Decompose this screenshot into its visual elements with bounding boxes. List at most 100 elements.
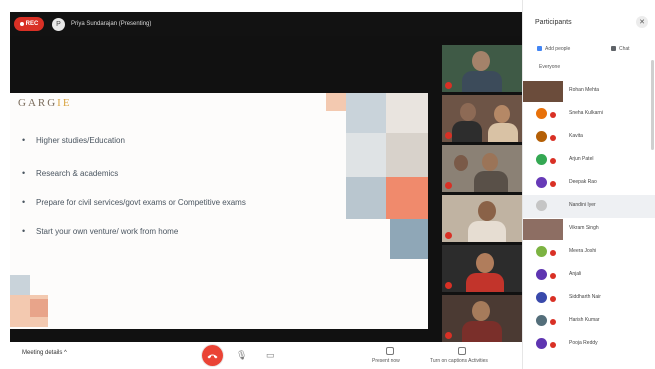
avatar [536, 177, 547, 188]
slide-bullet: Research & academics [22, 168, 286, 179]
participant-row[interactable]: Pooja Reddy [523, 333, 655, 356]
muted-mic-icon [445, 132, 452, 139]
participant-tile[interactable] [442, 245, 522, 292]
tile-body [488, 123, 518, 142]
activities-label[interactable]: Turn on captions Activities [430, 358, 488, 364]
record-dot-icon [19, 22, 24, 26]
tile-body [462, 321, 502, 342]
participant-row[interactable]: Anjali [523, 264, 655, 287]
slide-decoration [390, 219, 428, 259]
recording-badge: REC [14, 17, 44, 31]
muted-mic-icon [445, 282, 452, 289]
muted-mic-icon [445, 182, 452, 189]
muted-mic-icon [550, 250, 556, 256]
slide-bullets: Higher studies/Education Research & acad… [22, 135, 286, 237]
presenter-avatar: P [52, 17, 65, 31]
hangup-button[interactable] [201, 344, 224, 367]
chat-icon[interactable] [611, 46, 616, 51]
present-now-label[interactable]: Present now [372, 358, 400, 364]
participant-row[interactable]: Meera Joshi [523, 241, 655, 264]
recording-label: REC [25, 21, 39, 27]
participant-row[interactable]: Siddharth Nair [523, 287, 655, 310]
tile-face [472, 51, 490, 71]
tile-body [466, 273, 504, 292]
add-people-tab[interactable]: Add people [545, 46, 570, 52]
slide-decoration [326, 93, 346, 111]
slide-decoration [30, 299, 48, 317]
slide-logo: GARGIE [18, 97, 72, 109]
muted-mic-icon [550, 342, 556, 348]
add-people-icon[interactable] [537, 46, 542, 51]
tile-face [482, 153, 498, 171]
muted-mic-icon [445, 82, 452, 89]
muted-mic-icon [550, 112, 556, 118]
camera-toggle[interactable]: ▭ [266, 350, 278, 360]
participant-row[interactable]: Sneha Kulkarni [523, 103, 655, 126]
tile-face [454, 155, 468, 171]
participant-name: Harish Kumar [569, 317, 600, 323]
participants-panel: Participants ✕ Add people Chat Everyone … [522, 0, 655, 369]
muted-mic-icon [550, 135, 556, 141]
slide-decoration [386, 177, 428, 219]
participant-name: Kavita [569, 133, 583, 139]
participant-tile[interactable] [442, 95, 522, 142]
microphone-toggle[interactable]: 🎙 [236, 350, 247, 360]
muted-mic-icon [445, 232, 452, 239]
avatar [536, 338, 547, 349]
participant-name: Arjun Patel [569, 156, 594, 162]
participant-name: Meera Joshi [569, 248, 597, 254]
avatar [523, 81, 563, 102]
avatar [536, 108, 547, 119]
muted-mic-icon [550, 181, 556, 187]
meeting-app: REC P Priya Sundarajan (Presenting) GARG… [0, 0, 655, 369]
tile-body [462, 71, 502, 92]
muted-mic-icon [550, 273, 556, 279]
avatar [523, 219, 563, 240]
participant-row[interactable]: Rohan Mehta [523, 80, 655, 103]
participant-row[interactable]: Nandini Iyer [523, 195, 655, 218]
slide-decoration [386, 93, 428, 133]
participant-list: Rohan Mehta Sneha Kulkarni Kavita Arjun … [523, 80, 655, 356]
shared-slide: GARGIE Higher studies/Education Research… [10, 93, 428, 329]
avatar [536, 200, 547, 211]
participant-row[interactable]: Harish Kumar [523, 310, 655, 333]
phone-hangup-icon [202, 345, 223, 366]
slide-bullet: Higher studies/Education [22, 135, 286, 146]
participant-name: Deepak Rao [569, 179, 597, 185]
participant-row[interactable]: Deepak Rao [523, 172, 655, 195]
avatar [536, 315, 547, 326]
tile-face [472, 301, 490, 321]
participant-tile[interactable] [442, 145, 522, 192]
avatar [536, 131, 547, 142]
participant-tile[interactable] [442, 195, 522, 242]
muted-mic-icon [445, 332, 452, 339]
presenter-bar: REC P Priya Sundarajan (Presenting) [10, 12, 522, 36]
everyone-tab[interactable]: Everyone [539, 64, 560, 70]
slide-bullet: Prepare for civil services/govt exams or… [22, 197, 286, 208]
tile-face [494, 105, 510, 123]
participant-tile[interactable] [442, 295, 522, 342]
logo-accent: IE [57, 97, 72, 109]
muted-mic-icon [550, 158, 556, 164]
participant-row[interactable]: Arjun Patel [523, 149, 655, 172]
meeting-details-button[interactable]: Meeting details ^ [22, 350, 67, 356]
tile-face [460, 103, 476, 121]
captions-icon[interactable] [458, 347, 466, 355]
participant-name: Rohan Mehta [569, 87, 600, 93]
participant-tiles [442, 45, 522, 342]
participant-row[interactable]: Kavita [523, 126, 655, 149]
participant-tile[interactable] [442, 45, 522, 92]
slide-decoration [10, 275, 30, 295]
close-panel-button[interactable]: ✕ [636, 16, 648, 28]
logo-prefix: GARG [18, 97, 58, 109]
participant-name: Siddharth Nair [569, 294, 601, 300]
slide-decoration [346, 93, 386, 133]
tile-face [476, 253, 494, 273]
tile-face [478, 201, 496, 221]
participant-row[interactable]: Vikram Singh [523, 218, 655, 241]
avatar [536, 246, 547, 257]
muted-mic-icon [550, 296, 556, 302]
chat-tab[interactable]: Chat [619, 46, 630, 52]
participant-name: Sneha Kulkarni [569, 110, 603, 116]
present-screen-icon[interactable] [386, 347, 394, 355]
